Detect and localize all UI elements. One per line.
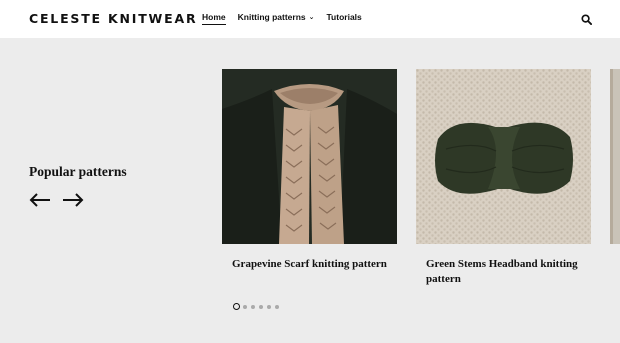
pagination-dot[interactable] — [275, 304, 279, 309]
nav-item-tutorials-label: Tutorials — [326, 12, 362, 22]
nav-item-home[interactable]: Home — [202, 12, 226, 25]
carousel-pagination — [233, 303, 283, 310]
scarf-image[interactable] — [222, 69, 397, 244]
headband-image[interactable] — [416, 69, 591, 244]
nav-item-tutorials[interactable]: Tutorials — [327, 12, 362, 22]
nav-item-knitting-patterns[interactable]: Knitting patterns ⌄ — [238, 12, 315, 22]
pattern-card[interactable]: Grapevine Scarf knitting pattern — [222, 69, 397, 272]
pagination-dot[interactable] — [243, 304, 247, 309]
pagination-dot-active[interactable] — [233, 303, 240, 310]
pagination-dot[interactable] — [251, 304, 255, 309]
arrow-right-icon[interactable] — [62, 192, 84, 208]
pagination-dot[interactable] — [259, 304, 263, 309]
section-title: Popular patterns — [29, 164, 127, 179]
pattern-card[interactable]: Green Stems Headband knitting pattern — [416, 69, 591, 286]
nav-item-knitting-patterns-label: Knitting patterns — [237, 12, 306, 22]
search-icon[interactable] — [581, 14, 592, 25]
site-logo[interactable]: CELESTE KNITWEAR — [29, 11, 197, 26]
pattern-card-title[interactable]: Grapevine Scarf knitting pattern — [222, 257, 397, 272]
main-nav: Home Knitting patterns ⌄ Tutorials — [202, 12, 374, 25]
nav-item-home-label: Home — [202, 12, 226, 22]
chevron-down-icon: ⌄ — [308, 14, 315, 21]
next-card-peek-image[interactable] — [610, 69, 620, 244]
pagination-dot[interactable] — [267, 304, 271, 309]
pattern-card-title[interactable]: Green Stems Headband knitting pattern — [416, 257, 591, 286]
popular-patterns-section: Popular patterns Grapevine Scarf knittin… — [0, 38, 620, 343]
arrow-left-icon[interactable] — [29, 192, 51, 208]
site-header: CELESTE KNITWEAR Home Knitting patterns ⌄… — [0, 0, 620, 38]
